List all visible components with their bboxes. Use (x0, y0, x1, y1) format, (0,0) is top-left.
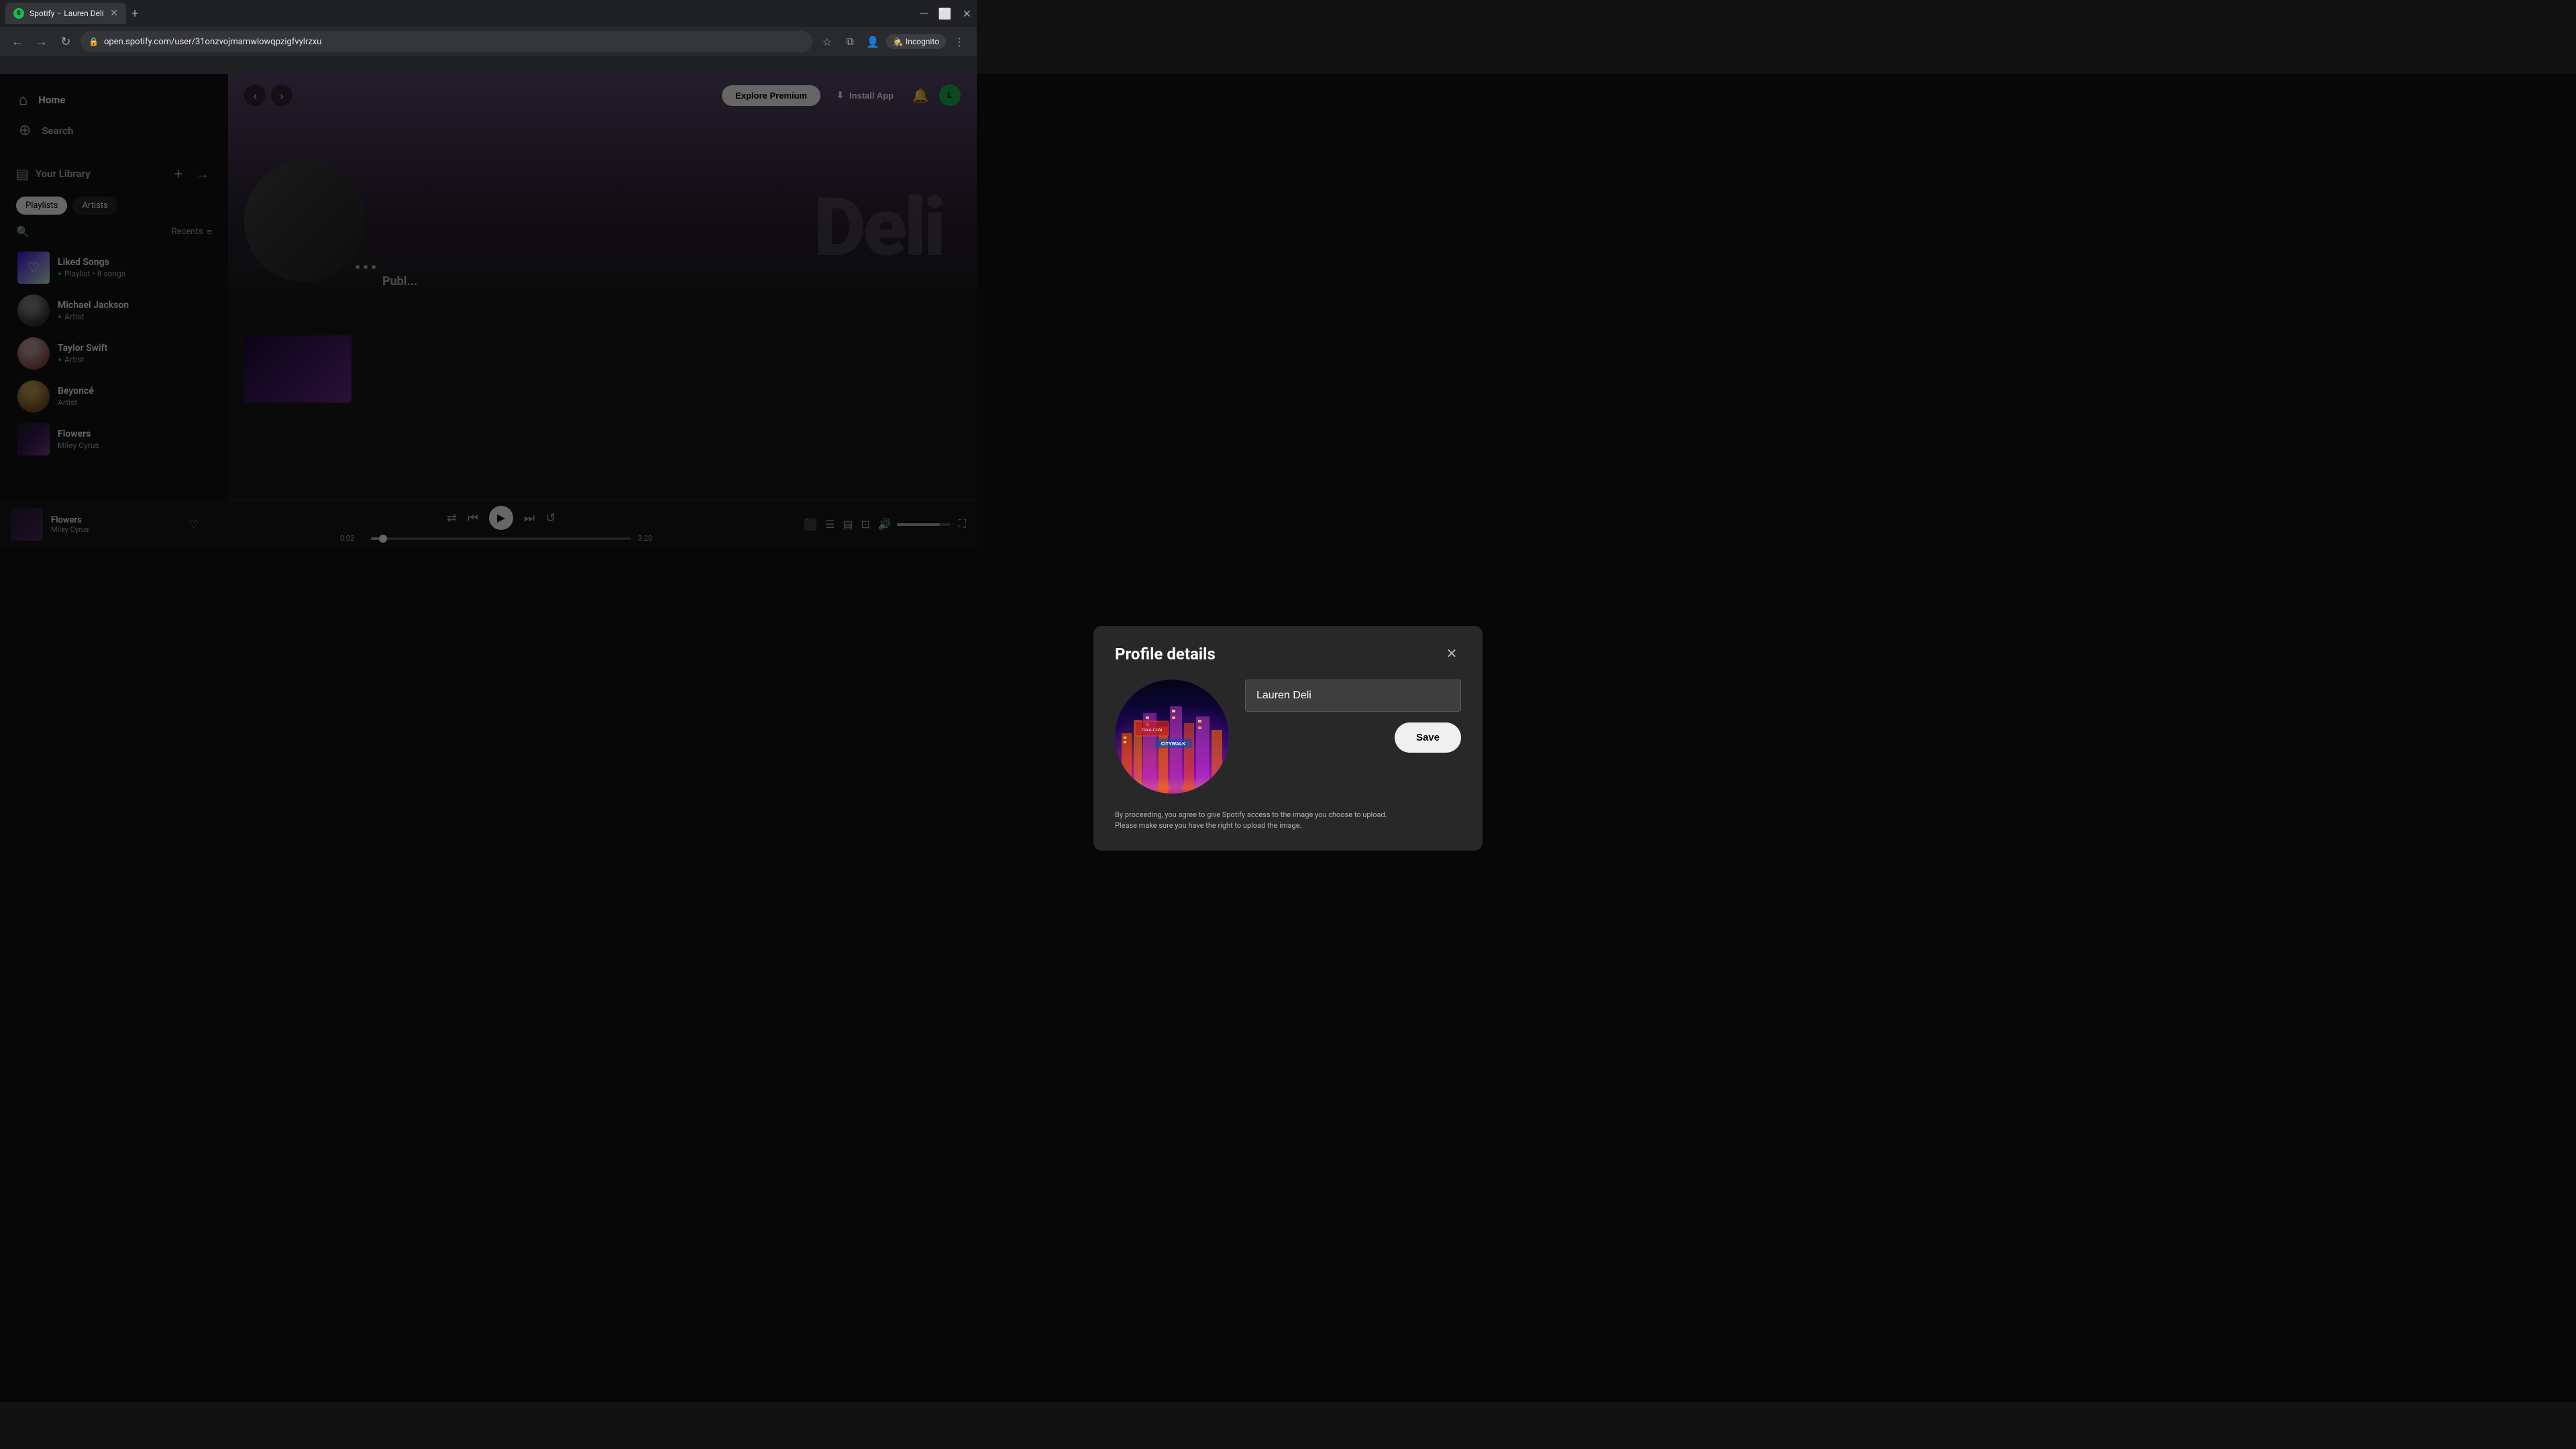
modal-overlay: Profile details ✕ (228, 74, 977, 547)
menu-button[interactable]: ⋮ (950, 32, 969, 51)
profile-button[interactable]: 👤 (863, 32, 882, 51)
extension-button[interactable]: ⧉ (841, 32, 859, 51)
main-content: ‹ › Explore Premium ⬇ Install App 🔔 L De… (228, 74, 977, 547)
lock-icon: 🔒 (89, 37, 99, 46)
browser-tab[interactable]: S Spotify – Lauren Deli ✕ (5, 3, 126, 24)
browser-toolbar: ← → ↻ 🔒 open.spotify.com/user/31onzvojma… (0, 27, 977, 56)
address-bar[interactable]: 🔒 open.spotify.com/user/31onzvojmamwlowq… (80, 31, 812, 52)
incognito-icon: 🕵 (893, 37, 903, 46)
back-button[interactable]: ← (8, 32, 27, 51)
incognito-label: Incognito (906, 37, 939, 46)
spotify-favicon: S (13, 8, 24, 19)
browser-chrome: S Spotify – Lauren Deli ✕ + ─ ⬜ ✕ ← → ↻ … (0, 0, 977, 74)
tab-close-button[interactable]: ✕ (110, 8, 118, 19)
new-tab-button[interactable]: + (131, 7, 138, 21)
browser-actions: ☆ ⧉ 👤 🕵 Incognito ⋮ (818, 32, 969, 51)
browser-titlebar: S Spotify – Lauren Deli ✕ + ─ ⬜ ✕ (0, 0, 977, 27)
incognito-badge: 🕵 Incognito (886, 34, 946, 49)
reload-button[interactable]: ↻ (56, 32, 75, 51)
forward-button[interactable]: → (32, 32, 51, 51)
restore-button[interactable]: ⬜ (938, 7, 952, 20)
bookmark-button[interactable]: ☆ (818, 32, 837, 51)
tab-title: Spotify – Lauren Deli (30, 9, 105, 18)
minimize-button[interactable]: ─ (920, 7, 927, 20)
url-text: open.spotify.com/user/31onzvojmamwlowqpz… (104, 37, 321, 47)
close-button[interactable]: ✕ (963, 7, 971, 20)
